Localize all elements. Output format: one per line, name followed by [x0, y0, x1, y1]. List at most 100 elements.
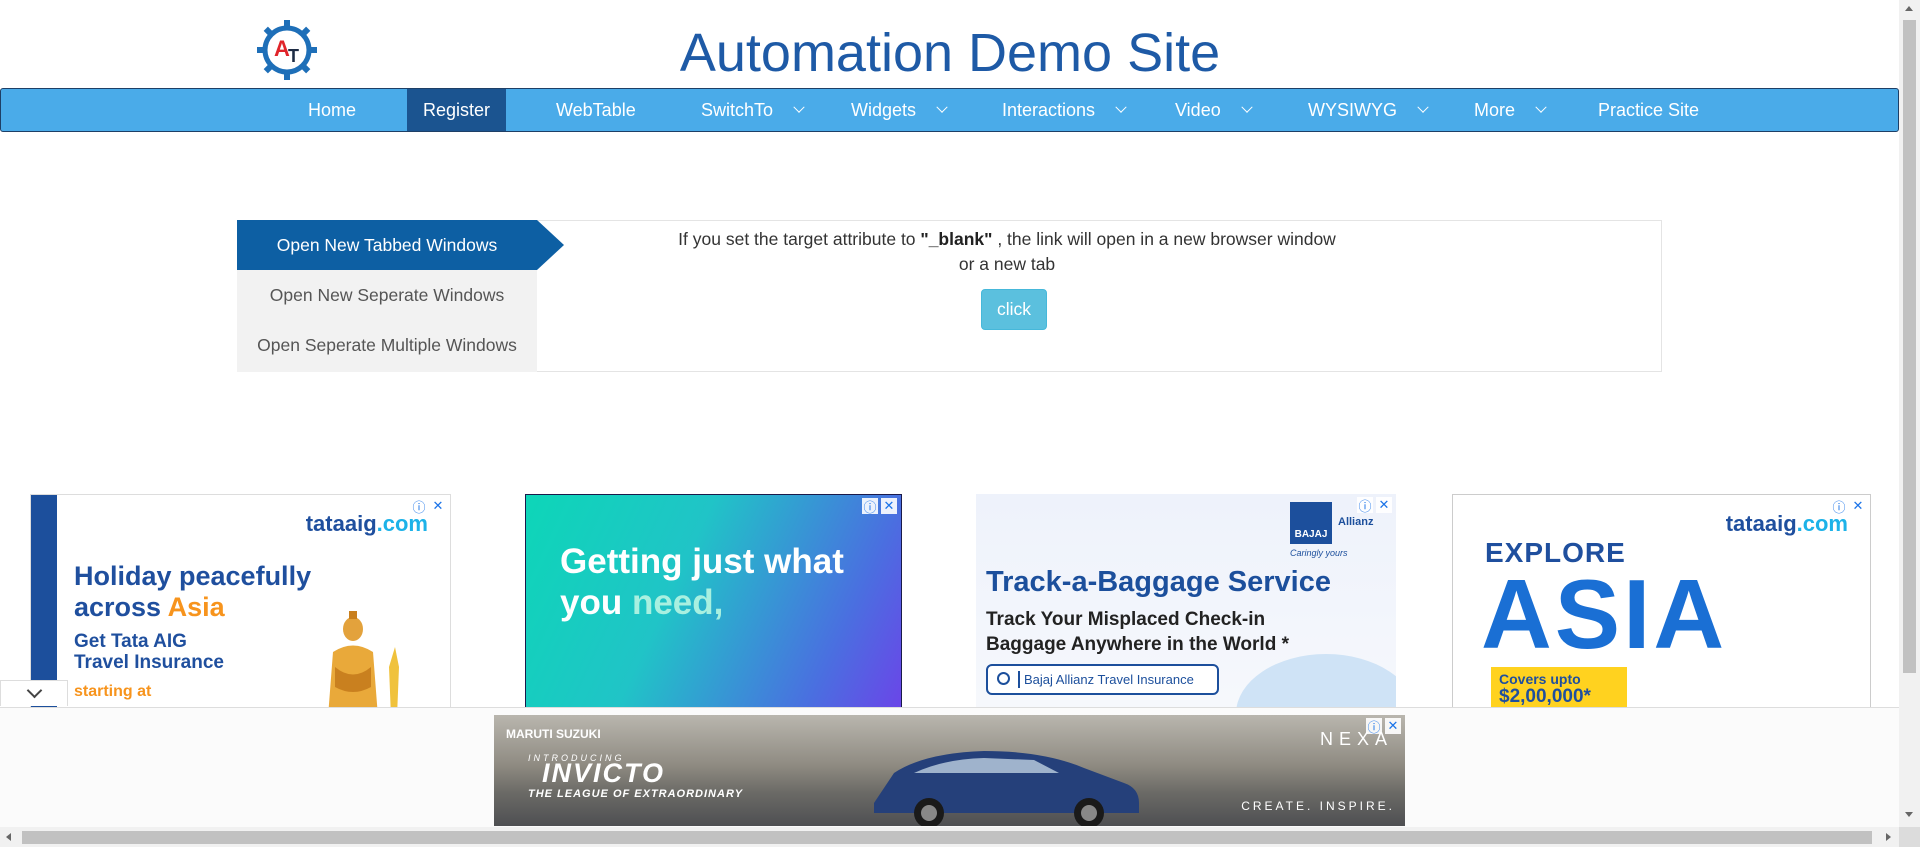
chevron-down-icon: [1417, 101, 1429, 113]
ad-headline-line-1: Holiday peacefully: [74, 561, 312, 591]
nav-item-label: More: [1474, 99, 1516, 120]
buddha-statue-image: [328, 611, 399, 707]
nav-item-home[interactable]: Home: [292, 89, 372, 131]
nav-item-more[interactable]: More: [1458, 89, 1561, 131]
ad-title: Track-a-Baggage Service: [986, 566, 1331, 598]
tab-open-new-seperate-windows[interactable]: Open New Seperate Windows: [237, 270, 537, 320]
scrollbar-corner: [1899, 827, 1920, 847]
ad-brand-name: tataaig: [305, 511, 377, 536]
nav-item-register[interactable]: Register: [407, 89, 507, 131]
nav-item-label: Interactions: [1002, 99, 1096, 120]
nav-item-switchto[interactable]: SwitchTo: [685, 89, 819, 131]
nav-item-widgets[interactable]: Widgets: [835, 89, 962, 131]
chevron-down-icon: [1535, 101, 1547, 113]
ad-info-icon[interactable]: ⓘ: [411, 498, 427, 515]
vertical-scrollbar[interactable]: [1899, 0, 1920, 827]
ad-banner-maruti-invicto[interactable]: MARUTI SUZUKI INTRODUCING INVICTO THE LE…: [494, 715, 1405, 826]
car-image: [874, 751, 1139, 826]
ad-brand: tataaig.com: [306, 511, 428, 537]
ad-coverage-badge: Covers upto $2,00,000*: [1491, 667, 1627, 707]
ad-brand-name: tataaig: [1725, 511, 1797, 536]
ad-close-icon[interactable]: ✕: [881, 498, 897, 514]
nav-item-label: Practice Site: [1598, 99, 1700, 120]
nav-item-practice-site[interactable]: Practice Site: [1582, 89, 1715, 131]
ad-headline-line-2-prefix: across: [74, 592, 168, 622]
ad-subheadline: Get Tata AIG Travel Insurance: [74, 631, 224, 673]
tab-description: If you set the target attribute to "_bla…: [677, 227, 1337, 277]
ad-controls: ⓘ ✕: [862, 498, 897, 515]
nav-item-label: Widgets: [851, 99, 917, 120]
description-text-after: , the link will open in a new browser wi…: [958, 229, 1336, 274]
ad-controls: ⓘ ✕: [1831, 498, 1866, 515]
search-icon: [997, 672, 1010, 685]
tab-label: Open Seperate Multiple Windows: [257, 334, 517, 355]
ad-sub-line-2: Travel Insurance: [74, 652, 224, 673]
ad-coverage-value: $2,00,000*: [1499, 686, 1591, 707]
ad-close-icon[interactable]: ✕: [1385, 718, 1401, 734]
scroll-down-arrow-icon[interactable]: [1905, 812, 1913, 817]
ad-tagline: THE LEAGUE OF EXTRAORDINARY: [528, 788, 744, 800]
click-button[interactable]: click: [981, 289, 1047, 330]
tab-open-seperate-multiple-windows[interactable]: Open Seperate Multiple Windows: [237, 320, 537, 370]
ad-controls: ⓘ ✕: [411, 498, 446, 515]
chevron-down-icon: [1241, 101, 1253, 113]
description-text-before: If you set the target attribute to: [678, 229, 921, 249]
ad-info-icon[interactable]: ⓘ: [1831, 498, 1847, 515]
nav-item-label: Register: [423, 99, 491, 120]
ad-info-icon[interactable]: ⓘ: [1357, 497, 1373, 514]
ad-brand-partner: Allianz: [1338, 516, 1374, 528]
ad-sub-line-1: Get Tata AIG: [74, 631, 187, 652]
scroll-up-arrow-icon[interactable]: [1905, 6, 1913, 11]
nav-item-interactions[interactable]: Interactions: [986, 89, 1141, 131]
ad-close-icon[interactable]: ✕: [1376, 497, 1392, 513]
ad-subtitle: Track Your Misplaced Check-in Baggage Any…: [986, 607, 1289, 657]
nav-item-label: Home: [308, 99, 357, 120]
ad-line-2-highlight: need,: [631, 583, 724, 622]
anchor-ad-collapse-button[interactable]: [0, 680, 68, 706]
horizontal-scrollbar[interactable]: [0, 827, 1899, 847]
nav-item-label: WYSIWYG: [1308, 99, 1397, 120]
ad-controls: ⓘ ✕: [1366, 718, 1401, 735]
ad-info-icon[interactable]: ⓘ: [1366, 718, 1382, 735]
chevron-down-icon: [1115, 101, 1127, 113]
ad-banner-tataaig-holiday[interactable]: tataaig.com Holiday peacefully across Asi…: [30, 494, 451, 708]
description-code: "_blank": [920, 229, 993, 249]
ad-stripe: [31, 495, 57, 707]
ad-controls: ⓘ ✕: [1357, 497, 1392, 514]
chevron-down-icon: [793, 101, 805, 113]
ad-headline-highlight: Asia: [167, 592, 225, 622]
ad-search-text: Bajaj Allianz Travel Insurance: [1024, 672, 1194, 687]
ad-search-box[interactable]: Bajaj Allianz Travel Insurance: [986, 664, 1219, 695]
ad-headline: Holiday peacefully across Asia: [74, 561, 311, 623]
tab-content: If you set the target attribute to "_bla…: [537, 220, 1662, 372]
ad-line-2-prefix: you: [560, 583, 632, 622]
ad-decor-circle: [1236, 654, 1396, 708]
scroll-left-arrow-icon[interactable]: [6, 833, 11, 841]
nav-item-video[interactable]: Video: [1159, 89, 1267, 131]
chevron-down-icon: [26, 682, 42, 699]
ad-banner-tataaig-asia[interactable]: tataaig.com EXPLORE ASIA Covers upto $2,…: [1452, 494, 1871, 708]
horizontal-scroll-thumb[interactable]: [22, 831, 1872, 844]
ad-line-1: Getting just what: [560, 542, 844, 581]
windows-tab-list: Open New Tabbed Windows Open New Seperat…: [237, 220, 564, 372]
ad-sub-line-1: Track Your Misplaced Check-in: [986, 609, 1266, 630]
ad-model: INVICTO: [542, 758, 666, 788]
vertical-scroll-thumb[interactable]: [1903, 20, 1916, 673]
ad-banner-gradient[interactable]: Getting just what you need, ⓘ ✕: [525, 494, 902, 708]
ad-sub-line-2: Baggage Anywhere in the World *: [986, 634, 1289, 655]
ad-cta: starting at: [74, 683, 152, 700]
ad-info-icon[interactable]: ⓘ: [862, 498, 878, 515]
ad-brand-logo: BAJAJ: [1290, 502, 1332, 544]
nav-item-webtable[interactable]: WebTable: [540, 89, 652, 131]
ad-close-icon[interactable]: ✕: [430, 498, 446, 514]
ad-headline: Getting just what you need,: [560, 541, 844, 623]
ad-brand: tataaig.com: [1726, 511, 1848, 537]
tab-open-new-tabbed-windows[interactable]: Open New Tabbed Windows: [237, 220, 564, 270]
nav-item-label: Video: [1175, 99, 1221, 120]
ad-close-icon[interactable]: ✕: [1850, 498, 1866, 514]
nav-item-wysiwyg[interactable]: WYSIWYG: [1292, 89, 1443, 131]
nav-item-label: WebTable: [556, 99, 636, 120]
ad-banner-bajaj-allianz[interactable]: BAJAJ Allianz Caringly yours Track-a-Bag…: [976, 494, 1396, 708]
tab-label: Open New Seperate Windows: [269, 284, 505, 305]
scroll-right-arrow-icon[interactable]: [1886, 833, 1891, 841]
